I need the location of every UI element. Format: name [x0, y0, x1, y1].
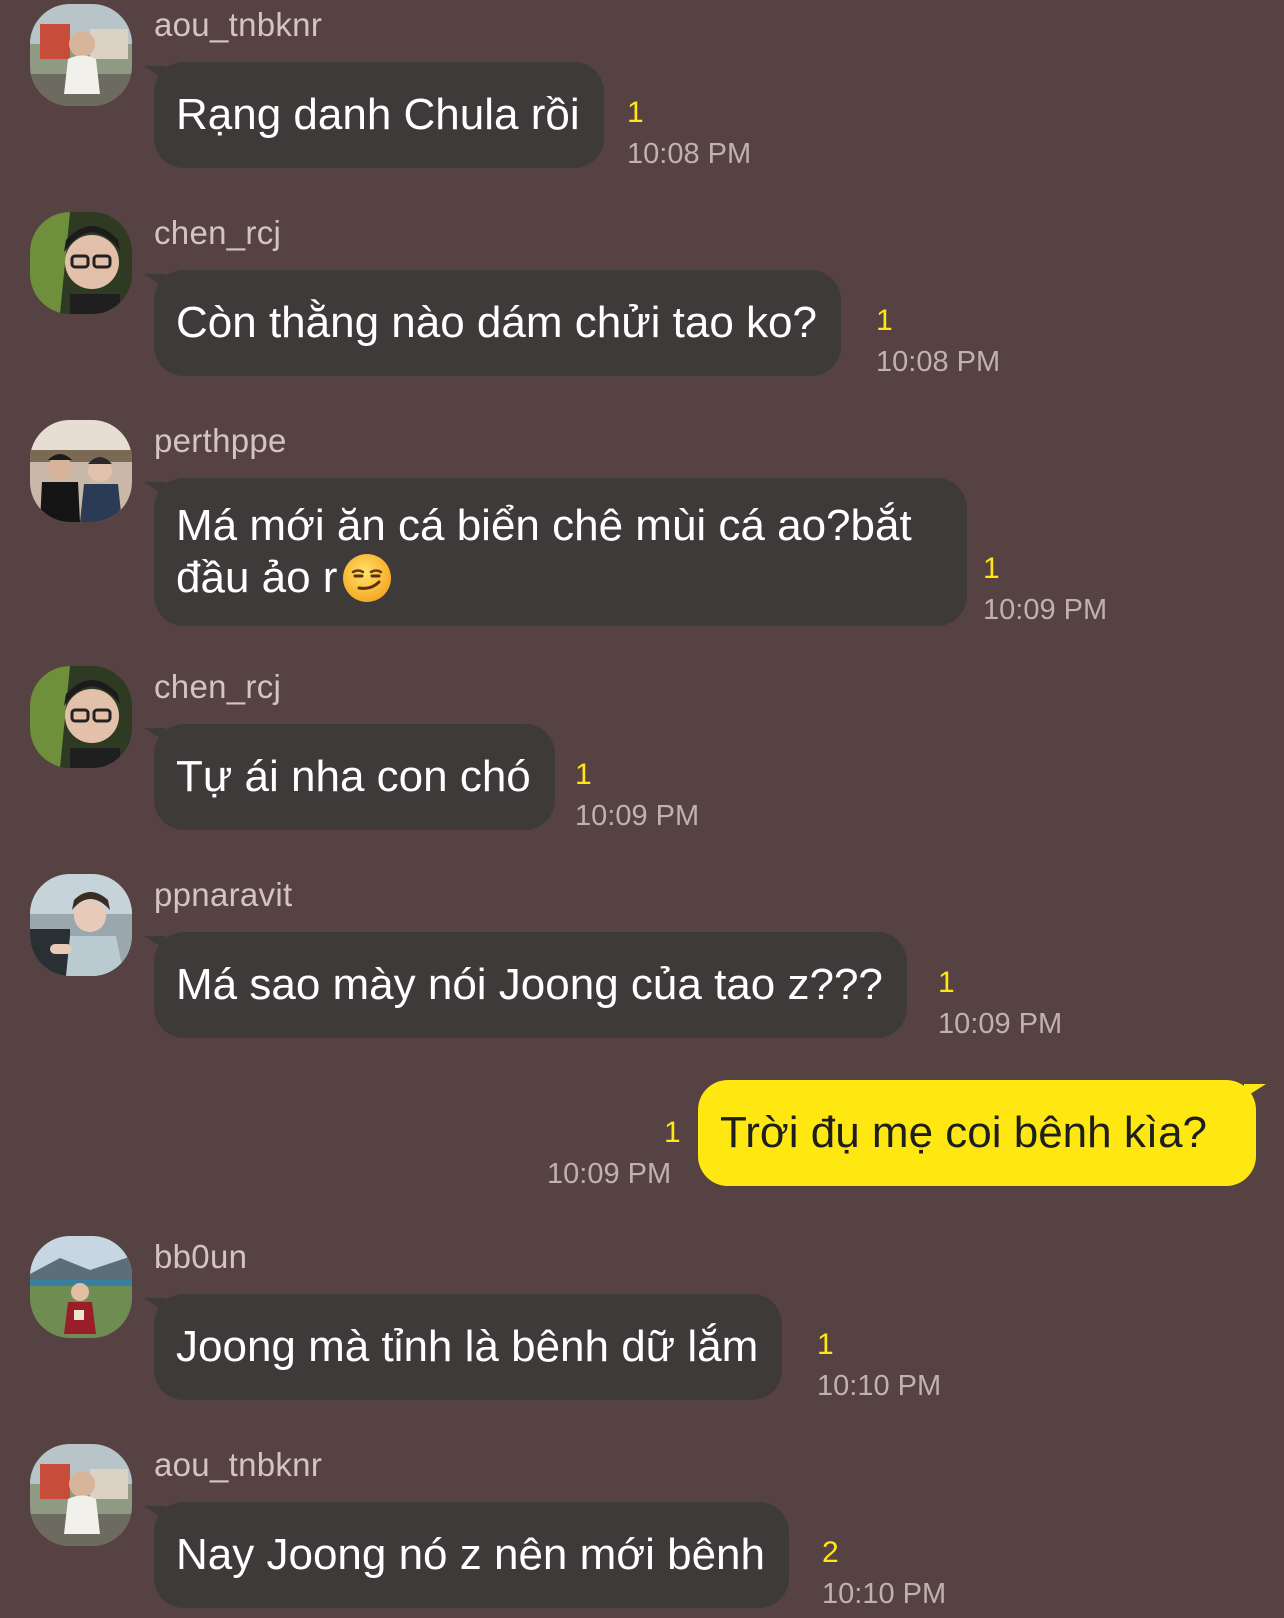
message-bubble[interactable]: Rạng danh Chula rồi — [154, 62, 604, 168]
sender-name: chen_rcj — [154, 214, 282, 251]
chat-message-list[interactable]: aou_tnbknr Rạng danh Chula rồi 1 10:08 P… — [0, 0, 1284, 1618]
message-time: 10:09 PM — [938, 1008, 1063, 1040]
message-bubble[interactable]: Trời đụ mẹ coi bênh kìa? — [698, 1080, 1256, 1186]
chat-message: aou_tnbknr Nay Joong nó z nên mới bênh 2… — [0, 1444, 1284, 1618]
chat-message: chen_rcj Còn thằng nào dám chửi tao ko? … — [0, 212, 1284, 382]
message-time: 10:08 PM — [876, 346, 1001, 378]
chat-message: bb0un Joong mà tỉnh là bênh dữ lắm 1 10:… — [0, 1236, 1284, 1406]
chat-message: chen_rcj Tự ái nha con chó 1 10:09 PM — [0, 666, 1284, 836]
unread-count: 2 — [822, 1536, 839, 1569]
chat-message-own: 1 10:09 PM Trời đụ mẹ coi bênh kìa? — [0, 1080, 1284, 1210]
chat-message: ppnaravit Má sao mày nói Joong của tao z… — [0, 874, 1284, 1044]
sender-avatar[interactable] — [30, 1444, 132, 1546]
sender-avatar[interactable] — [30, 4, 132, 106]
unread-count: 1 — [627, 96, 644, 129]
avatar-aou-image — [30, 4, 132, 106]
chat-message: perthppe Má mới ăn cá biển chê mùi cá ao… — [0, 420, 1284, 630]
avatar-ppnaravit-image — [30, 874, 132, 976]
sender-avatar[interactable] — [30, 874, 132, 976]
sender-avatar[interactable] — [30, 212, 132, 314]
message-bubble[interactable]: Joong mà tỉnh là bênh dữ lắm — [154, 1294, 783, 1400]
avatar-perth-image — [30, 420, 132, 522]
message-bubble[interactable]: Tự ái nha con chó — [154, 724, 555, 830]
avatar-bb0un-image — [30, 1236, 132, 1338]
unread-count: 1 — [664, 1116, 681, 1149]
unread-count: 1 — [876, 304, 893, 337]
chat-message: aou_tnbknr Rạng danh Chula rồi 1 10:08 P… — [0, 4, 1284, 174]
sender-name: ppnaravit — [154, 876, 293, 913]
unread-count: 1 — [983, 552, 1000, 585]
avatar-chen-image — [30, 666, 132, 768]
unread-count: 1 — [575, 758, 592, 791]
smirk-emoji-icon — [343, 554, 392, 602]
message-bubble[interactable]: Nay Joong nó z nên mới bênh — [154, 1502, 789, 1608]
message-bubble[interactable]: Má sao mày nói Joong của tao z??? — [154, 932, 907, 1038]
unread-count: 1 — [938, 966, 955, 999]
message-time: 10:09 PM — [983, 594, 1108, 626]
avatar-chen-image — [30, 212, 132, 314]
message-time: 10:09 PM — [547, 1158, 672, 1190]
message-time: 10:08 PM — [627, 138, 752, 170]
sender-avatar[interactable] — [30, 1236, 132, 1338]
sender-name: bb0un — [154, 1238, 248, 1275]
unread-count: 1 — [817, 1328, 834, 1361]
sender-name: perthppe — [154, 422, 287, 459]
message-bubble[interactable]: Còn thằng nào dám chửi tao ko? — [154, 270, 841, 376]
message-time: 10:09 PM — [575, 800, 700, 832]
avatar-aou-image — [30, 1444, 132, 1546]
sender-name: aou_tnbknr — [154, 6, 323, 43]
sender-name: chen_rcj — [154, 668, 282, 705]
message-bubble[interactable]: Má mới ăn cá biển chê mùi cá ao?bắt đầu … — [154, 478, 967, 626]
sender-name: aou_tnbknr — [154, 1446, 323, 1483]
message-text-line: Má mới ăn cá biển chê mùi cá ao?bắt — [176, 501, 912, 550]
sender-avatar[interactable] — [30, 666, 132, 768]
sender-avatar[interactable] — [30, 420, 132, 522]
message-time: 10:10 PM — [817, 1370, 942, 1402]
message-time: 10:10 PM — [822, 1578, 947, 1610]
message-text-line: đầu ảo r — [176, 553, 338, 602]
bubble-tail — [1244, 1084, 1266, 1098]
